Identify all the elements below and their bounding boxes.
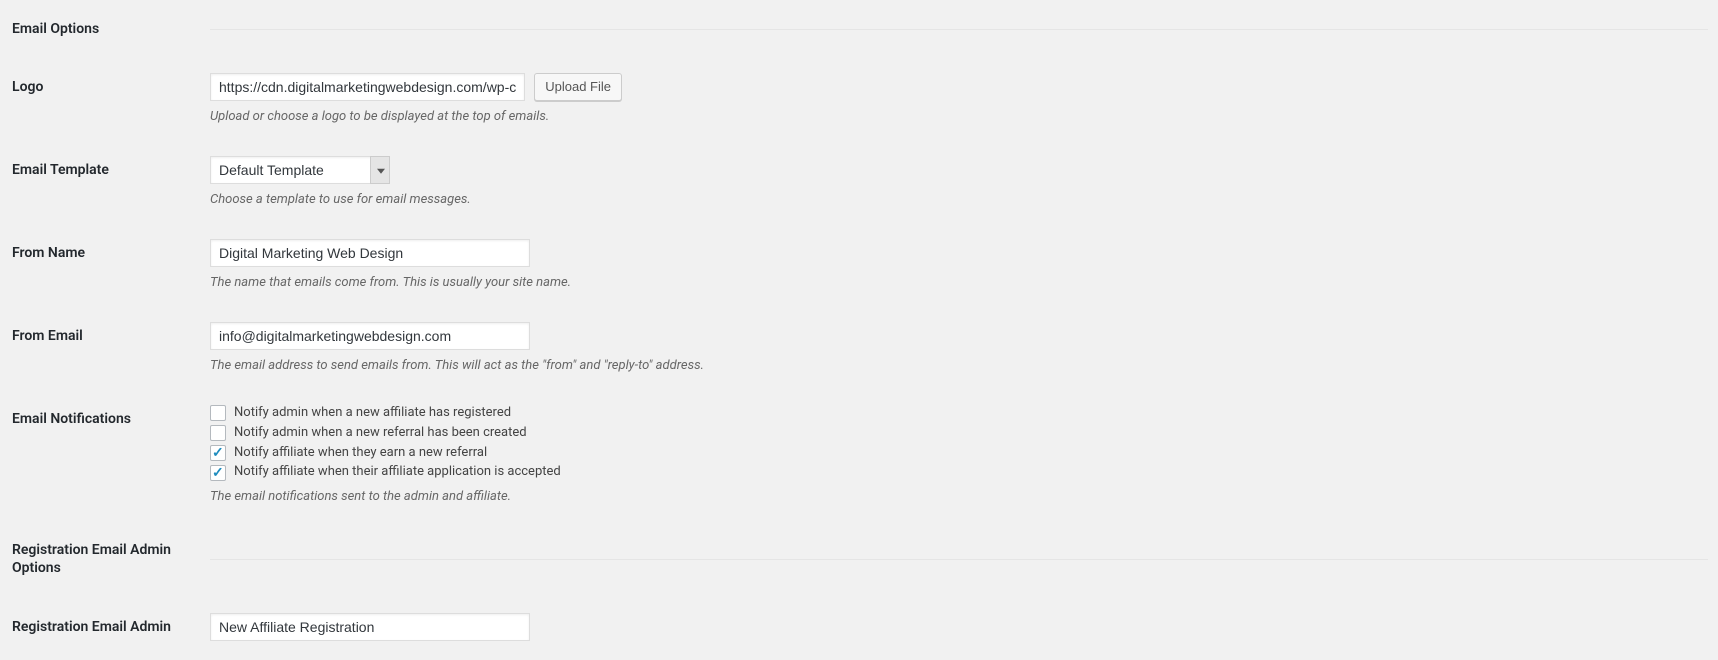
from-name-description: The name that emails come from. This is … <box>210 275 1708 292</box>
section-divider <box>210 559 1708 560</box>
section-heading-email-options: Email Options <box>0 0 200 58</box>
registration-email-admin-input[interactable] <box>210 613 530 641</box>
upload-file-button[interactable]: Upload File <box>534 73 622 101</box>
notify-affiliate-accepted-label: Notify affiliate when their affiliate ap… <box>234 464 561 481</box>
email-notifications-label: Email Notifications <box>0 390 200 521</box>
from-email-description: The email address to send emails from. T… <box>210 358 1708 375</box>
notify-affiliate-earn-checkbox[interactable] <box>210 445 226 461</box>
from-name-input[interactable] <box>210 239 530 267</box>
notify-admin-registered-checkbox[interactable] <box>210 405 226 421</box>
email-template-description: Choose a template to use for email messa… <box>210 192 1708 209</box>
email-template-select[interactable]: Default Template <box>210 156 390 184</box>
notify-admin-registered-label: Notify admin when a new affiliate has re… <box>234 405 511 422</box>
logo-url-input[interactable] <box>210 73 525 101</box>
email-notifications-description: The email notifications sent to the admi… <box>210 489 1708 506</box>
section-heading-registration-admin: Registration Email Admin Options <box>0 521 200 597</box>
logo-label: Logo <box>0 58 200 141</box>
from-email-label: From Email <box>0 307 200 390</box>
notify-admin-referral-label: Notify admin when a new referral has bee… <box>234 425 527 442</box>
section-divider <box>210 29 1708 30</box>
email-template-label: Email Template <box>0 141 200 224</box>
notify-affiliate-accepted-checkbox[interactable] <box>210 465 226 481</box>
from-email-input[interactable] <box>210 322 530 350</box>
notify-admin-referral-checkbox[interactable] <box>210 425 226 441</box>
from-name-label: From Name <box>0 224 200 307</box>
notify-affiliate-earn-label: Notify affiliate when they earn a new re… <box>234 445 487 462</box>
logo-description: Upload or choose a logo to be displayed … <box>210 109 1708 126</box>
registration-email-admin-label: Registration Email Admin <box>0 598 200 656</box>
